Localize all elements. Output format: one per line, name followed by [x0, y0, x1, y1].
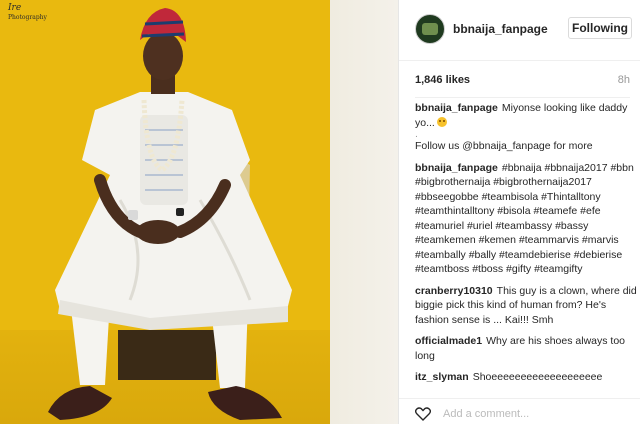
comments-list: bbnaija_fanpage Miyonse looking like dadd…	[415, 101, 637, 392]
post-footer: Add a comment...	[399, 398, 640, 425]
comment-username[interactable]: cranberry10310	[415, 285, 493, 297]
comment-username[interactable]: bbnaija_fanpage	[415, 102, 498, 114]
caption-follow-text: Follow us @bbnaija_fanpage for more	[415, 140, 593, 152]
smiley-emoji-icon	[436, 116, 447, 127]
heart-icon[interactable]	[415, 407, 431, 421]
comment-username[interactable]: itz_slyman	[415, 371, 469, 383]
likes-row: 1,846 likes 8h	[415, 61, 630, 98]
hashtag-text[interactable]: #bbnaija #bbnaija2017 #bbn #bigbrotherna…	[415, 162, 634, 276]
person-figure	[48, 8, 292, 420]
list-item: cranberry10310 This guy is a clown, where…	[415, 284, 637, 328]
post-username[interactable]: bbnaija_fanpage	[453, 22, 548, 36]
list-item: itz_slyman Shoeeeeeeeeeeeeeeeeeee	[415, 370, 637, 385]
caption-comment: bbnaija_fanpage Miyonse looking like dadd…	[415, 101, 637, 154]
post-side-panel: bbnaija_fanpage Following 1,846 likes 8h…	[398, 0, 640, 424]
hashtag-comment: bbnaija_fanpage #bbnaija #bbnaija2017 #bb…	[415, 161, 637, 277]
comment-username[interactable]: bbnaija_fanpage	[415, 162, 498, 174]
comment-text: Shoeeeeeeeeeeeeeeeeeee	[472, 371, 603, 383]
comment-username[interactable]: officialmade1	[415, 335, 482, 347]
post-photo[interactable]: Ire Photography	[0, 0, 398, 424]
caption-dot: .	[415, 128, 418, 140]
likes-count[interactable]: 1,846 likes	[415, 74, 470, 86]
following-button[interactable]: Following	[568, 17, 632, 39]
post-time[interactable]: 8h	[618, 74, 630, 86]
list-item: officialmade1 Why are his shoes always to…	[415, 334, 637, 363]
post-header: bbnaija_fanpage Following	[399, 0, 640, 61]
avatar[interactable]	[415, 14, 445, 44]
add-comment-input[interactable]: Add a comment...	[443, 408, 529, 420]
